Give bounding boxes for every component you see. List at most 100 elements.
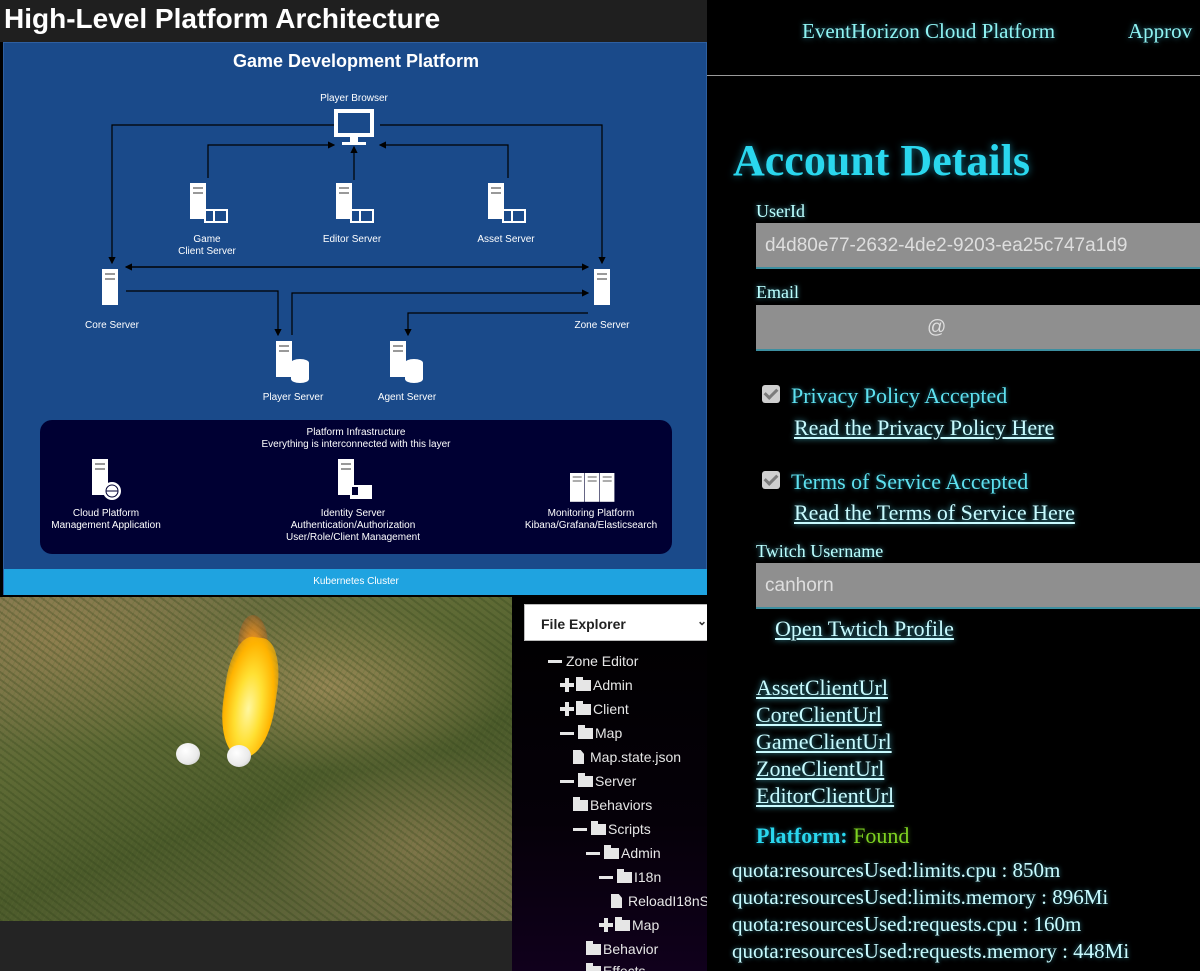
tree-node-label: Map.state.json <box>590 749 682 765</box>
expand-icon[interactable] <box>599 918 613 932</box>
architecture-header: High-Level Platform Architecture <box>0 0 707 42</box>
tree-node[interactable]: Scripts <box>573 818 651 840</box>
expand-icon[interactable] <box>560 678 574 692</box>
infrastructure-subtitle: Everything is interconnected with this l… <box>262 439 452 450</box>
folder-icon <box>573 796 588 811</box>
tree-node-label: I18n <box>634 869 662 885</box>
quota-line: quota:resourcesUsed:requests.cpu : 160m <box>732 912 1082 936</box>
email-value: @ <box>927 317 947 338</box>
zone-server-label: Zone Server <box>574 320 630 331</box>
nav-approvals-link[interactable]: Approv <box>1128 19 1192 44</box>
chevron-down-icon: ⌄ <box>696 614 707 628</box>
folder-icon <box>578 772 593 787</box>
tree-node-label: Behaviors <box>590 797 653 813</box>
asset-server-icon <box>488 183 526 223</box>
collapse-icon[interactable] <box>560 731 574 735</box>
monitoring-platform-label-2: Kibana/Grafana/Elasticsearch <box>525 520 657 531</box>
tree-node-label: Effects <box>603 963 646 971</box>
tree-node-label: Map <box>595 725 623 741</box>
platform-status-value: Found <box>853 823 910 848</box>
tos-checkbox[interactable] <box>762 471 780 489</box>
identity-server-label-2: Authentication/Authorization <box>291 520 416 531</box>
file-icon <box>611 894 622 908</box>
player-browser-label: Player Browser <box>320 93 388 104</box>
tree-node[interactable]: Server <box>560 770 636 792</box>
platform-status-key: Platform: <box>756 823 848 848</box>
tree-node-label: Admin <box>621 845 661 861</box>
game-footer <box>0 921 512 971</box>
tree-node[interactable]: Admin <box>560 674 633 696</box>
tree-node-label: Admin <box>593 677 633 693</box>
expand-icon[interactable] <box>560 702 574 716</box>
explorer-select[interactable]: File Explorer ⌄ <box>524 604 714 641</box>
agent-server-icon <box>390 341 423 383</box>
nav-brand-link[interactable]: EventHorizon Cloud Platform <box>802 19 1055 44</box>
game-client-server-icon <box>190 183 228 223</box>
userid-label: UserId <box>756 201 805 221</box>
asset-client-url-link[interactable]: AssetClientUrl <box>756 675 888 701</box>
zone-server-icon <box>594 269 610 305</box>
tree-node[interactable]: Admin <box>586 842 661 864</box>
tree-node-label: Zone Editor <box>566 653 639 669</box>
zone-client-url-link[interactable]: ZoneClientUrl <box>756 756 884 782</box>
platform-status: Platform: Found <box>756 823 909 849</box>
tree-node[interactable]: Behaviors <box>573 794 652 816</box>
folder-icon <box>586 962 601 971</box>
terms-of-service-link[interactable]: Read the Terms of Service Here <box>794 500 1075 526</box>
collapse-icon[interactable] <box>586 851 600 855</box>
tree-node[interactable]: Map <box>599 914 659 936</box>
game-viewport[interactable] <box>0 597 512 921</box>
tree-node[interactable]: Map <box>560 722 622 744</box>
folder-icon <box>578 724 593 739</box>
core-server-icon <box>102 269 118 305</box>
editor-client-url-link[interactable]: EditorClientUrl <box>756 783 894 809</box>
tree-node-label: ReloadI18nS <box>628 893 709 909</box>
privacy-label: Privacy Policy Accepted <box>791 383 1008 408</box>
collapse-icon[interactable] <box>573 827 587 831</box>
file-explorer-panel: File Explorer ⌄ Zone Editor Admin Client… <box>512 597 722 971</box>
collapse-icon[interactable] <box>599 875 613 879</box>
folder-icon <box>576 676 591 691</box>
tree-node[interactable]: Client <box>560 698 629 720</box>
diagram-title: Game Development Platform <box>233 51 479 71</box>
architecture-title: High-Level Platform Architecture <box>4 3 441 34</box>
page-title: Account Details <box>733 136 1030 185</box>
tree-node[interactable]: Map.state.json <box>573 746 681 768</box>
twitch-username-field[interactable]: canhorn <box>756 563 1200 609</box>
identity-server-label-3: User/Role/Client Management <box>286 532 420 543</box>
email-label: Email <box>756 282 799 302</box>
top-nav: EventHorizon Cloud Platform Approv <box>707 0 1200 76</box>
architecture-diagram: Game Development Platform Player Browser <box>3 42 708 595</box>
tree-node[interactable]: I18n <box>599 866 661 888</box>
privacy-checkbox[interactable] <box>762 385 780 403</box>
core-client-url-link[interactable]: CoreClientUrl <box>756 702 882 728</box>
tree-node[interactable]: Behavior <box>586 938 658 960</box>
open-twitch-profile-link[interactable]: Open Twtich Profile <box>775 616 954 642</box>
explorer-select-value: File Explorer <box>541 616 626 632</box>
tree-node-label: Client <box>593 701 629 717</box>
tree-node-label: Map <box>632 917 660 933</box>
twitch-label: Twitch Username <box>756 541 884 561</box>
game-client-url-link[interactable]: GameClientUrl <box>756 729 892 755</box>
file-icon <box>573 750 584 764</box>
tree-node[interactable]: Effects <box>586 960 646 971</box>
quota-line: quota:resourcesUsed:requests.memory : 44… <box>732 939 1130 963</box>
tree-node[interactable]: Zone Editor <box>548 650 638 672</box>
monitoring-platform-icon <box>570 473 615 502</box>
collapse-icon[interactable] <box>548 659 562 663</box>
privacy-policy-link[interactable]: Read the Privacy Policy Here <box>794 415 1054 441</box>
identity-server-label-1: Identity Server <box>321 508 386 519</box>
game-client-label-1: Game <box>193 234 221 245</box>
tree-node[interactable]: ReloadI18nS <box>611 890 709 912</box>
tree-node-label: Behavior <box>603 941 659 957</box>
quota-line: quota:resourcesUsed:limits.cpu : 850m <box>732 858 1061 882</box>
quota-line: quota:resourcesUsed:limits.memory : 896M… <box>732 885 1109 909</box>
cloud-platform-label-2: Management Application <box>51 520 161 531</box>
white-orb <box>176 743 200 765</box>
collapse-icon[interactable] <box>560 779 574 783</box>
core-server-label: Core Server <box>85 320 140 331</box>
folder-icon <box>617 868 632 883</box>
userid-field[interactable]: d4d80e77-2632-4de2-9203-ea25c747a1d9 <box>756 223 1200 269</box>
infrastructure-title: Platform Infrastructure <box>307 427 406 438</box>
email-field[interactable]: @ <box>756 305 1200 351</box>
